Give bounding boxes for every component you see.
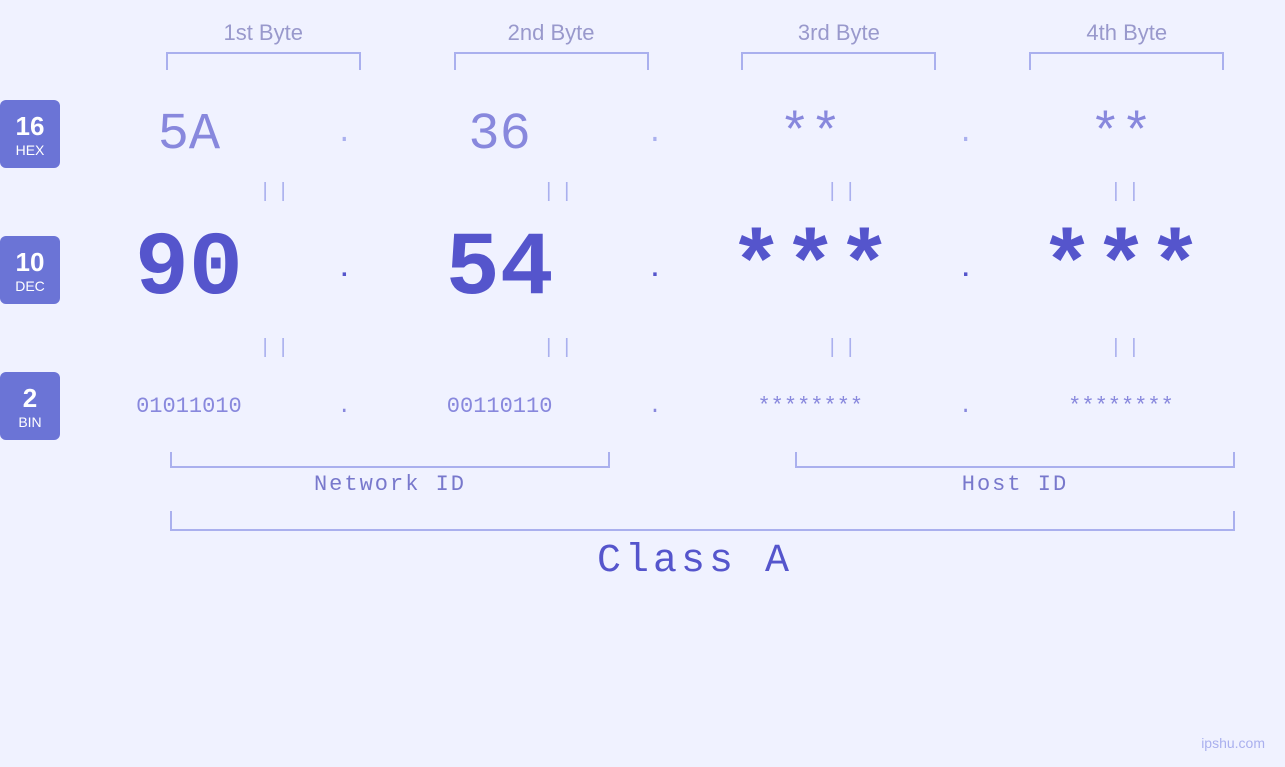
dec-badge-label: DEC	[15, 278, 45, 294]
hex-badge-label: HEX	[16, 142, 45, 158]
watermark: ipshu.com	[1201, 735, 1265, 751]
hex-byte-4: **	[1023, 105, 1218, 164]
hex-byte-2: 36	[402, 105, 597, 164]
hex-dot-2: .	[630, 119, 680, 150]
eq-2-byte3: ||	[747, 337, 942, 360]
class-label: Class A	[155, 539, 1285, 584]
eq-1-byte2: ||	[463, 181, 658, 204]
eq-2-byte2: ||	[463, 337, 658, 360]
bin-dot-3: .	[941, 394, 991, 419]
dec-dot-2: .	[630, 257, 680, 284]
bracket-top-4	[1029, 52, 1224, 70]
dec-byte-3: ***	[713, 225, 908, 315]
eq-1-byte4: ||	[1030, 181, 1225, 204]
bracket-top-2	[454, 52, 649, 70]
bin-badge-label: BIN	[18, 414, 41, 430]
byte-label-3: 3rd Byte	[741, 20, 936, 46]
hex-badge-number: 16	[16, 111, 45, 142]
eq-2-byte1: ||	[180, 337, 375, 360]
bin-byte-1: 01011010	[91, 394, 286, 419]
main-layout: 1st Byte 2nd Byte 3rd Byte 4th Byte 16 H…	[0, 0, 1285, 767]
bracket-top-3	[741, 52, 936, 70]
dec-badge: 10 DEC	[0, 236, 60, 304]
byte-label-1: 1st Byte	[166, 20, 361, 46]
byte-label-4: 4th Byte	[1029, 20, 1224, 46]
host-id-label: Host ID	[795, 472, 1235, 497]
dec-byte-2: 54	[402, 225, 597, 315]
bin-dot-1: .	[319, 394, 369, 419]
dec-byte-4: ***	[1023, 225, 1218, 315]
hex-byte-1: 5A	[91, 105, 286, 164]
dec-badge-number: 10	[16, 247, 45, 278]
hex-dot-1: .	[319, 119, 369, 150]
bin-byte-2: 00110110	[402, 394, 597, 419]
bracket-top-1	[166, 52, 361, 70]
bracket-class-bottom	[170, 511, 1235, 531]
bracket-bottom-host	[795, 452, 1235, 468]
eq-2-byte4: ||	[1030, 337, 1225, 360]
hex-dot-3: .	[941, 119, 991, 150]
bin-dot-2: .	[630, 394, 680, 419]
dec-dot-1: .	[319, 257, 369, 284]
hex-badge: 16 HEX	[0, 100, 60, 168]
bin-byte-3: ********	[713, 394, 908, 419]
byte-label-2: 2nd Byte	[454, 20, 649, 46]
dec-dot-3: .	[941, 257, 991, 284]
network-id-label: Network ID	[170, 472, 610, 497]
eq-1-byte1: ||	[180, 181, 375, 204]
bracket-bottom-network	[170, 452, 610, 468]
bin-badge-number: 2	[23, 383, 37, 414]
bin-byte-4: ********	[1023, 394, 1218, 419]
eq-1-byte3: ||	[747, 181, 942, 204]
dec-byte-1: 90	[91, 225, 286, 315]
bin-badge: 2 BIN	[0, 372, 60, 440]
hex-byte-3: **	[713, 105, 908, 164]
